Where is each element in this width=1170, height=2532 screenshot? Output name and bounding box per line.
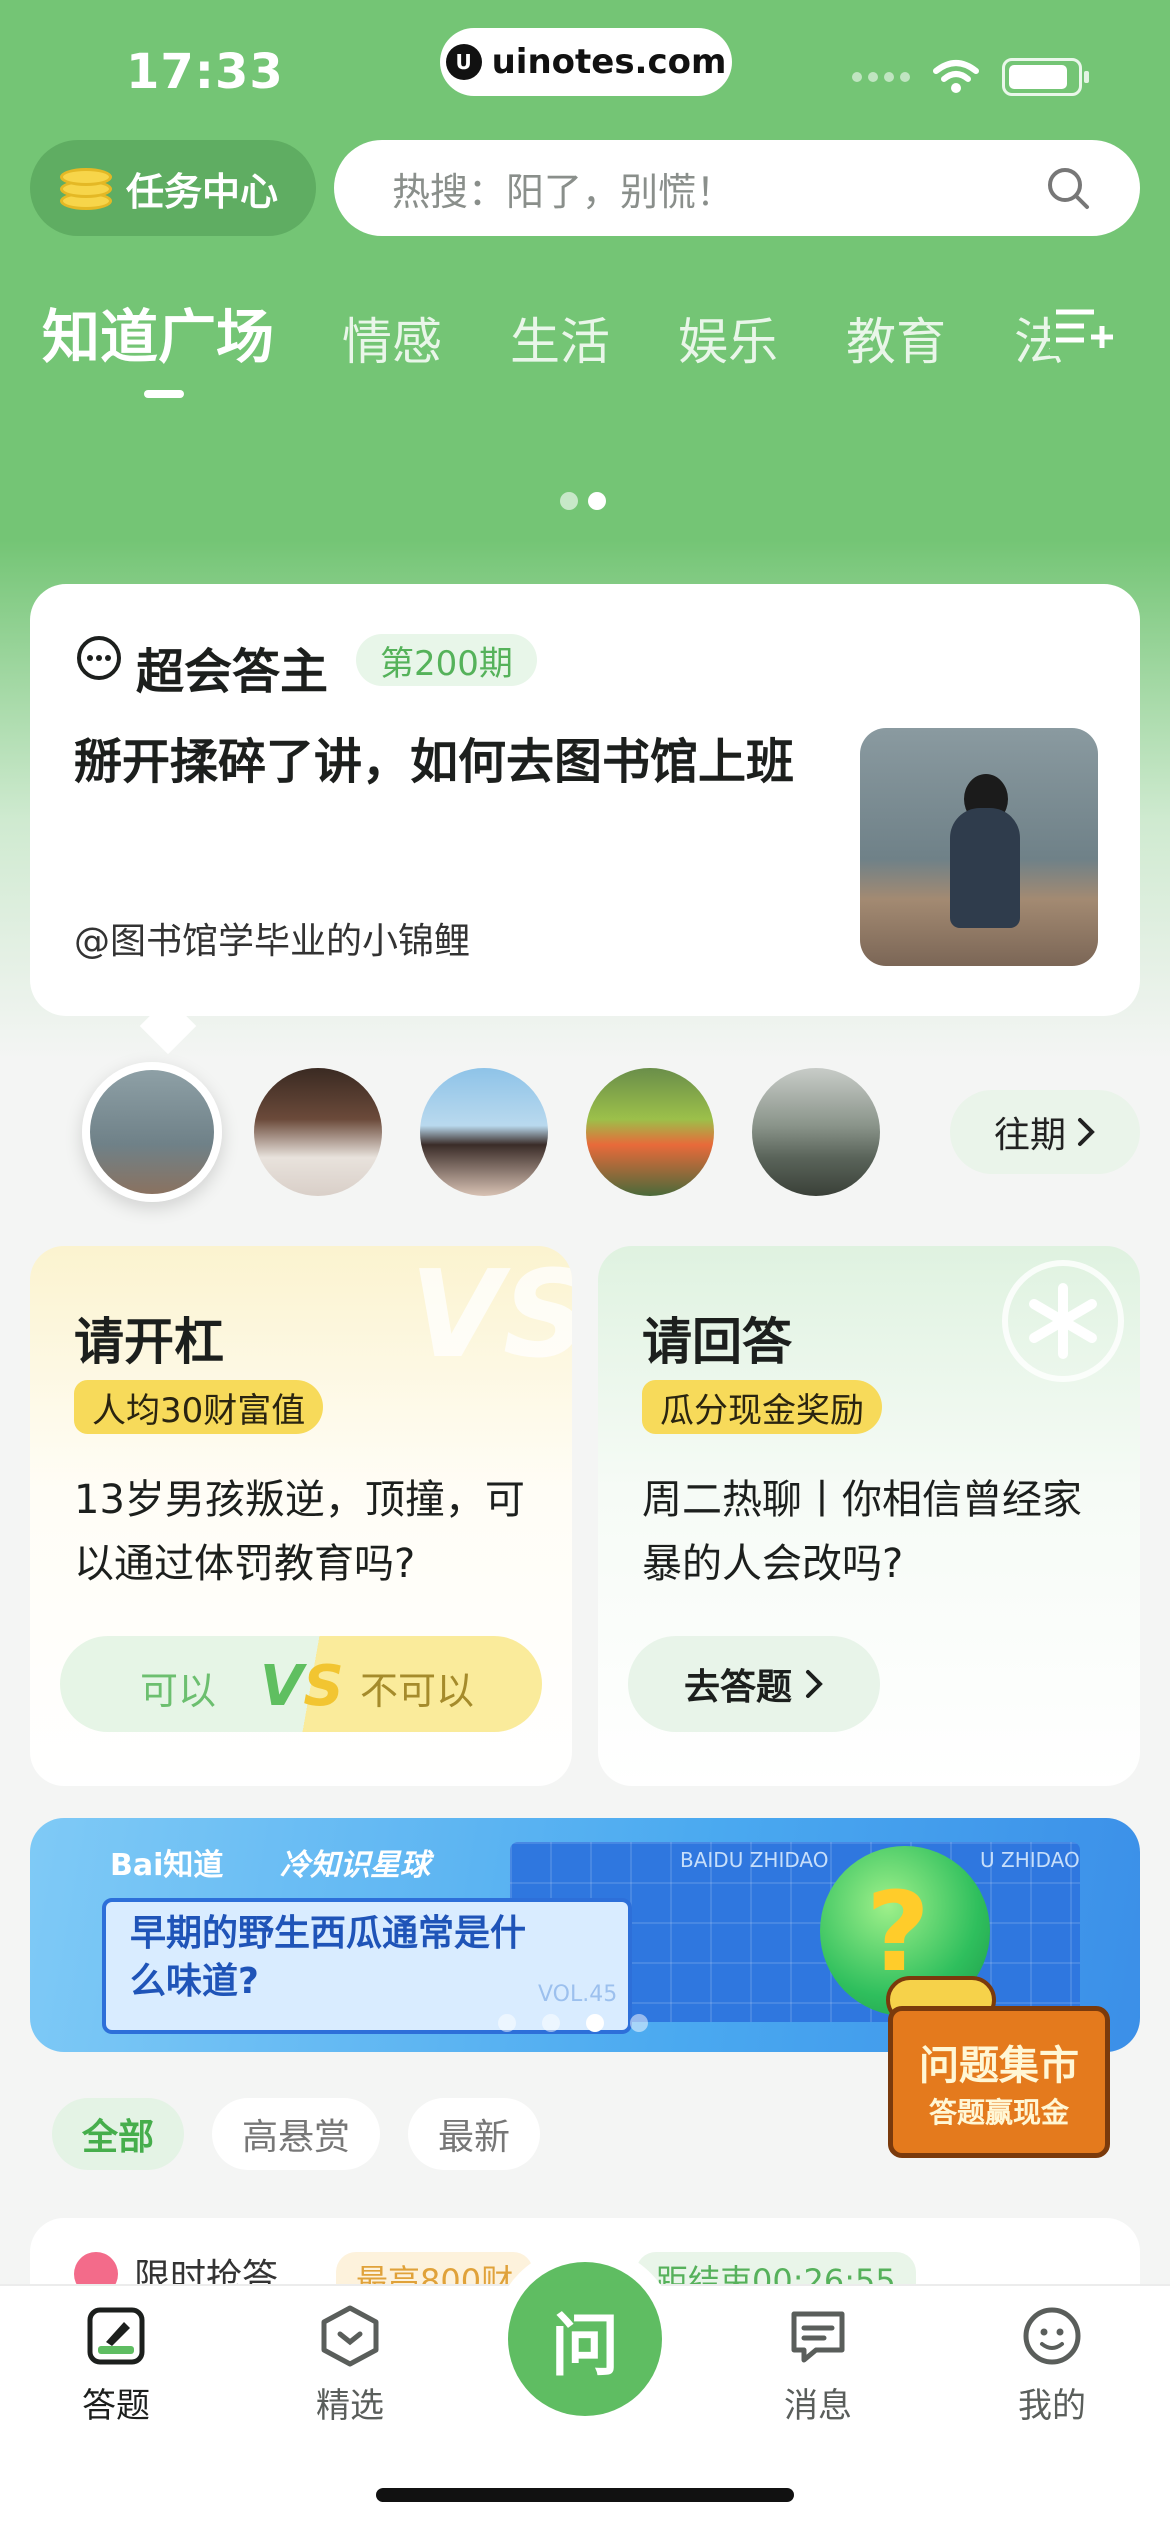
feature-photo[interactable] [860,728,1098,966]
feature-author[interactable]: @图书馆学毕业的小锦鲤 [74,912,470,964]
tab-entertainment[interactable]: 娱乐 [678,302,778,374]
tab-education[interactable]: 教育 [846,302,946,374]
chevron-right-icon [1078,1118,1095,1146]
past-issues-label: 往期 [993,1115,1066,1156]
tab-life[interactable]: 生活 [510,302,610,374]
tab-answer-label: 答题 [82,2386,150,2426]
answer-reward-tag: 瓜分现金奖励 [642,1380,882,1434]
status-icons [852,58,1089,96]
carousel-indicator [560,492,606,510]
category-tabs: 知道广场 情感 生活 娱乐 教育 法 [42,290,1132,398]
tab-more-button[interactable] [1050,296,1118,356]
feature-headline[interactable]: 掰开揉碎了讲，如何去图书馆上班 [74,724,854,800]
tab-emotion[interactable]: 情感 [342,302,442,374]
issue-badge: 第200期 [356,634,537,686]
home-indicator [376,2488,794,2502]
tab-plaza[interactable]: 知道广场 [42,290,274,398]
message-icon [791,2311,845,2363]
debate-question[interactable]: 13岁男孩叛逆，顶撞，可以通过体罚教育吗? [74,1468,534,1596]
go-answer-label: 去答题 [683,1667,792,1708]
task-center-label: 任务中心 [126,169,279,214]
answer-question[interactable]: 周二热聊丨你相信曾经家暴的人会改吗? [642,1468,1102,1596]
featured-icon [321,2305,379,2367]
battery-icon [1002,58,1089,96]
avatar-issue-199[interactable] [254,1068,382,1196]
debate-card[interactable]: VS 请开杠 人均30财富值 13岁男孩叛逆，顶撞，可以通过体罚教育吗? 可以 … [30,1246,572,1786]
past-issues-button[interactable]: 往期 [950,1090,1140,1174]
market-subtitle: 答题赢现金 [928,2096,1069,2129]
vs-icon: VS [260,1654,344,1719]
asterisk-decor-icon [1002,1260,1124,1382]
banner-question[interactable]: 早期的野生西瓜通常是什么味道? [130,1910,530,2006]
filter-chips: 全部 高悬赏 最新 [52,2098,541,2170]
tab-profile-label: 我的 [1018,2386,1086,2426]
banner-tab-label-2: U ZHIDAO [980,1848,1080,1872]
banner-volume: VOL.45 [538,1982,618,2007]
debate-title: 请开杠 [74,1313,224,1371]
tab-messages-label: 消息 [784,2386,852,2426]
feature-title: 超会答主 [136,644,329,700]
cold-knowledge-logo: 冷知识星球 [280,1848,430,1883]
url-pill[interactable]: U uinotes.com [440,28,732,96]
banner-indicator [498,2014,648,2032]
filter-high-reward[interactable]: 高悬赏 [212,2098,381,2170]
wifi-icon [933,60,979,93]
search-placeholder: 热搜：阳了，别慌！ [392,169,735,214]
tab-answer[interactable]: 答题 [36,2304,196,2427]
filter-all[interactable]: 全部 [52,2098,185,2170]
filter-latest[interactable]: 最新 [408,2098,541,2170]
answer-icon [87,2307,145,2365]
answer-card[interactable]: 请回答 瓜分现金奖励 周二热聊丨你相信曾经家暴的人会改吗? 去答题 [598,1246,1140,1786]
chevron-right-icon [806,1670,823,1698]
signal-icon [852,72,910,82]
baidu-zhidao-logo: Bai知道 [110,1848,224,1883]
task-center-button[interactable]: 任务中心 [30,140,316,236]
status-time: 17:33 [126,44,284,100]
avatar-issue-198[interactable] [420,1068,548,1196]
tab-featured[interactable]: 精选 [270,2304,430,2427]
vs-watermark: VS [410,1246,572,1385]
ask-question-button[interactable]: 问 [508,2262,662,2416]
avatar-issue-200[interactable] [82,1062,222,1202]
banner-tab-label: BAIDU ZHIDAO [680,1848,829,1872]
answer-title: 请回答 [642,1313,792,1371]
search-icon[interactable] [1046,166,1090,210]
url-text: uinotes.com [491,42,727,82]
profile-icon [1023,2307,1081,2365]
avatar-issue-197[interactable] [586,1068,714,1196]
coin-stack-icon [60,162,112,214]
tab-messages[interactable]: 消息 [738,2304,898,2427]
avatar-issue-196[interactable] [752,1068,880,1196]
market-title: 问题集市 [919,2043,1079,2089]
feature-card[interactable]: 超会答主 第200期 掰开揉碎了讲，如何去图书馆上班 @图书馆学毕业的小锦鲤 [30,584,1140,1016]
tab-profile[interactable]: 我的 [972,2304,1132,2427]
vote-yes-button[interactable]: 可以 [140,1660,216,1715]
tab-featured-label: 精选 [316,2386,384,2426]
debate-reward-tag: 人均30财富值 [74,1380,324,1434]
site-icon: U [445,44,482,80]
vote-bar: 可以 VS 不可以 [60,1636,542,1732]
question-market-button[interactable]: 问题集市 答题赢现金 [888,2006,1110,2158]
vote-no-button[interactable]: 不可以 [360,1660,474,1715]
search-bar[interactable]: 热搜：阳了，别慌！ [334,140,1140,236]
chat-bubble-icon [77,636,121,680]
go-answer-button[interactable]: 去答题 [628,1636,880,1732]
menu-add-icon [1056,309,1113,348]
